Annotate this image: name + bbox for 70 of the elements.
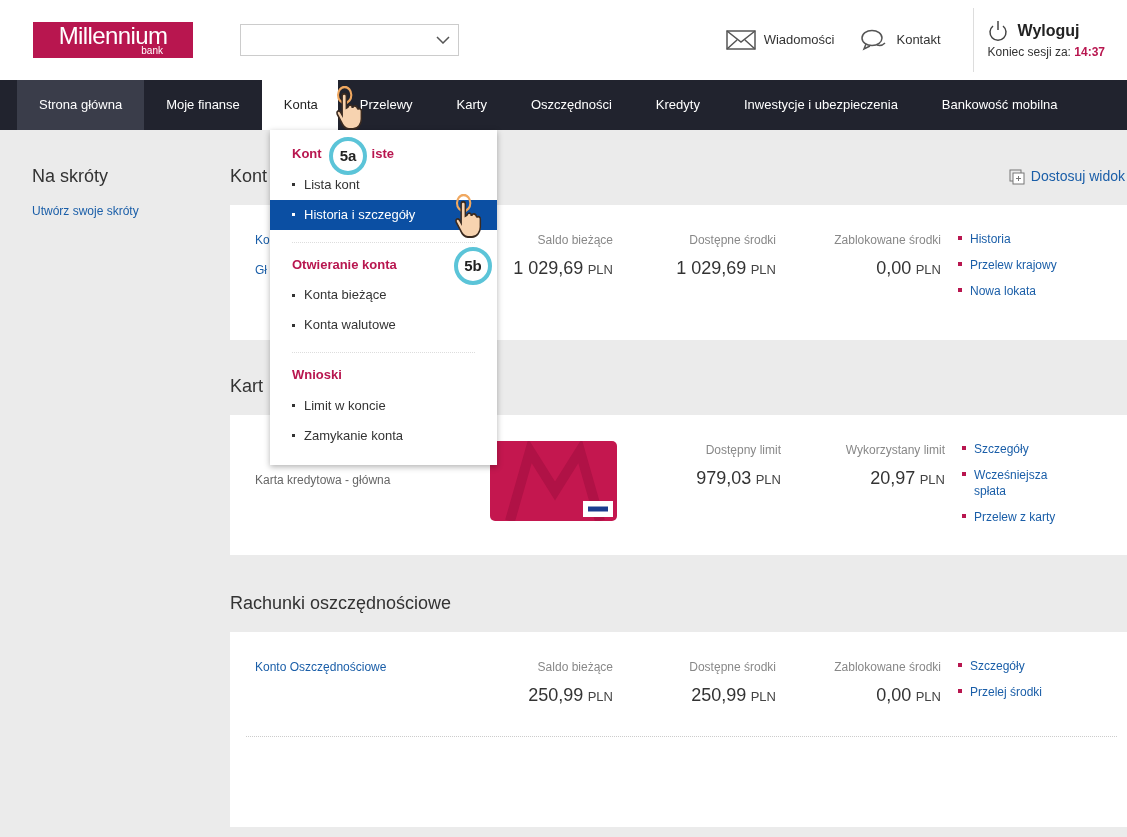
menu-group-title: Otwieranie konta: [292, 255, 397, 274]
action-link[interactable]: Szczegóły: [974, 441, 1029, 457]
menu-item[interactable]: Konta walutowe: [270, 310, 497, 340]
column-label: Zablokowane środki: [834, 659, 941, 676]
header-link[interactable]: Wiadomości: [725, 30, 835, 50]
nav-tab[interactable]: Bankowość mobilna: [919, 80, 1080, 130]
action-link[interactable]: Wcześniejsza spłata: [974, 467, 1082, 499]
power-icon: [987, 20, 1008, 42]
amount-value: 979,03 PLN: [696, 467, 781, 490]
bullet-icon: [962, 472, 966, 476]
nav-tab[interactable]: Inwestycje i ubezpieczenia: [721, 80, 920, 130]
menu-group-title: Wnioski: [292, 366, 342, 384]
column-label: Saldo bieżące: [537, 659, 613, 676]
column-label: Wykorzystany limit: [845, 442, 945, 459]
amount-value: 250,99 PLN: [691, 684, 776, 707]
menu-item[interactable]: Limit w koncie: [270, 390, 497, 421]
amount-value: 250,99 PLN: [528, 684, 613, 707]
column-label: Saldo bieżące: [537, 232, 613, 249]
nav-tab[interactable]: Oszczędności: [508, 80, 634, 130]
section-title: Kart: [230, 375, 263, 398]
action-link[interactable]: Historia: [970, 231, 1011, 247]
amount-value: 0,00 PLN: [876, 257, 941, 280]
logo[interactable]: Millennium bank: [33, 22, 193, 58]
header-link[interactable]: Kontakt: [860, 29, 941, 51]
account-link[interactable]: Gł: [255, 261, 267, 279]
nav-tab[interactable]: Moje finanse: [144, 80, 262, 130]
menu-group-title: iste: [371, 145, 394, 163]
bullet-icon: [958, 236, 962, 240]
action-link[interactable]: Przelej środki: [970, 684, 1043, 700]
bullet-icon: [958, 663, 962, 667]
amount-value: 1 029,69 PLN: [513, 257, 613, 280]
hand-pointer-icon: [452, 194, 482, 238]
account-link[interactable]: Konto Oszczędnościowe: [255, 658, 387, 676]
amount-value: 1 029,69 PLN: [676, 257, 776, 280]
bullet-icon: [962, 446, 966, 450]
layout-icon: [1008, 168, 1025, 185]
bullet-icon: [958, 262, 962, 266]
column-label: Zablokowane środki: [834, 232, 941, 249]
action-link[interactable]: Nowa lokata: [970, 283, 1037, 299]
session-timer: Koniec sesji za: 14:37: [987, 44, 1105, 61]
menu-item[interactable]: Historia i szczegóły: [270, 199, 497, 230]
action-link[interactable]: Przelew krajowy: [970, 257, 1057, 273]
chevron-down-icon: [436, 36, 450, 44]
account-select[interactable]: [240, 24, 459, 56]
amount-value: 0,00 PLN: [876, 684, 941, 707]
sidebar-title: Na skróty: [32, 165, 109, 188]
column-label: Dostępne środki: [689, 659, 776, 676]
shortcut-link[interactable]: Utwórz swoje skróty: [32, 202, 139, 220]
card-name: Karta kredytowa - główna: [255, 472, 391, 489]
action-link[interactable]: Szczegóły: [970, 658, 1025, 674]
nav-tab[interactable]: Kredyty: [633, 80, 722, 130]
envelope-icon: [725, 30, 756, 50]
bullet-icon: [962, 514, 966, 518]
nav-tab[interactable]: Konta: [261, 80, 338, 130]
account-link[interactable]: Ko: [255, 231, 270, 249]
column-label: Dostępny limit: [705, 442, 781, 459]
bullet-icon: [958, 689, 962, 693]
speech-bubbles-icon: [860, 29, 889, 51]
menu-group-title: Kont: [292, 145, 322, 163]
action-link[interactable]: Przelew z karty: [974, 509, 1056, 525]
nav-tab[interactable]: Strona główna: [17, 80, 145, 130]
customize-view-link[interactable]: Dostosuj widok: [1008, 166, 1125, 187]
section-title: Kont: [230, 165, 268, 188]
section-title: Rachunki oszczędnościowe: [230, 592, 452, 615]
bullet-icon: [958, 288, 962, 292]
column-label: Dostępne środki: [689, 232, 776, 249]
nav-tab[interactable]: Karty: [434, 80, 509, 130]
logout-button[interactable]: Wyloguj: [987, 19, 1105, 43]
amount-value: 20,97 PLN: [870, 467, 945, 490]
menu-item[interactable]: Zamykanie konta: [270, 420, 497, 451]
